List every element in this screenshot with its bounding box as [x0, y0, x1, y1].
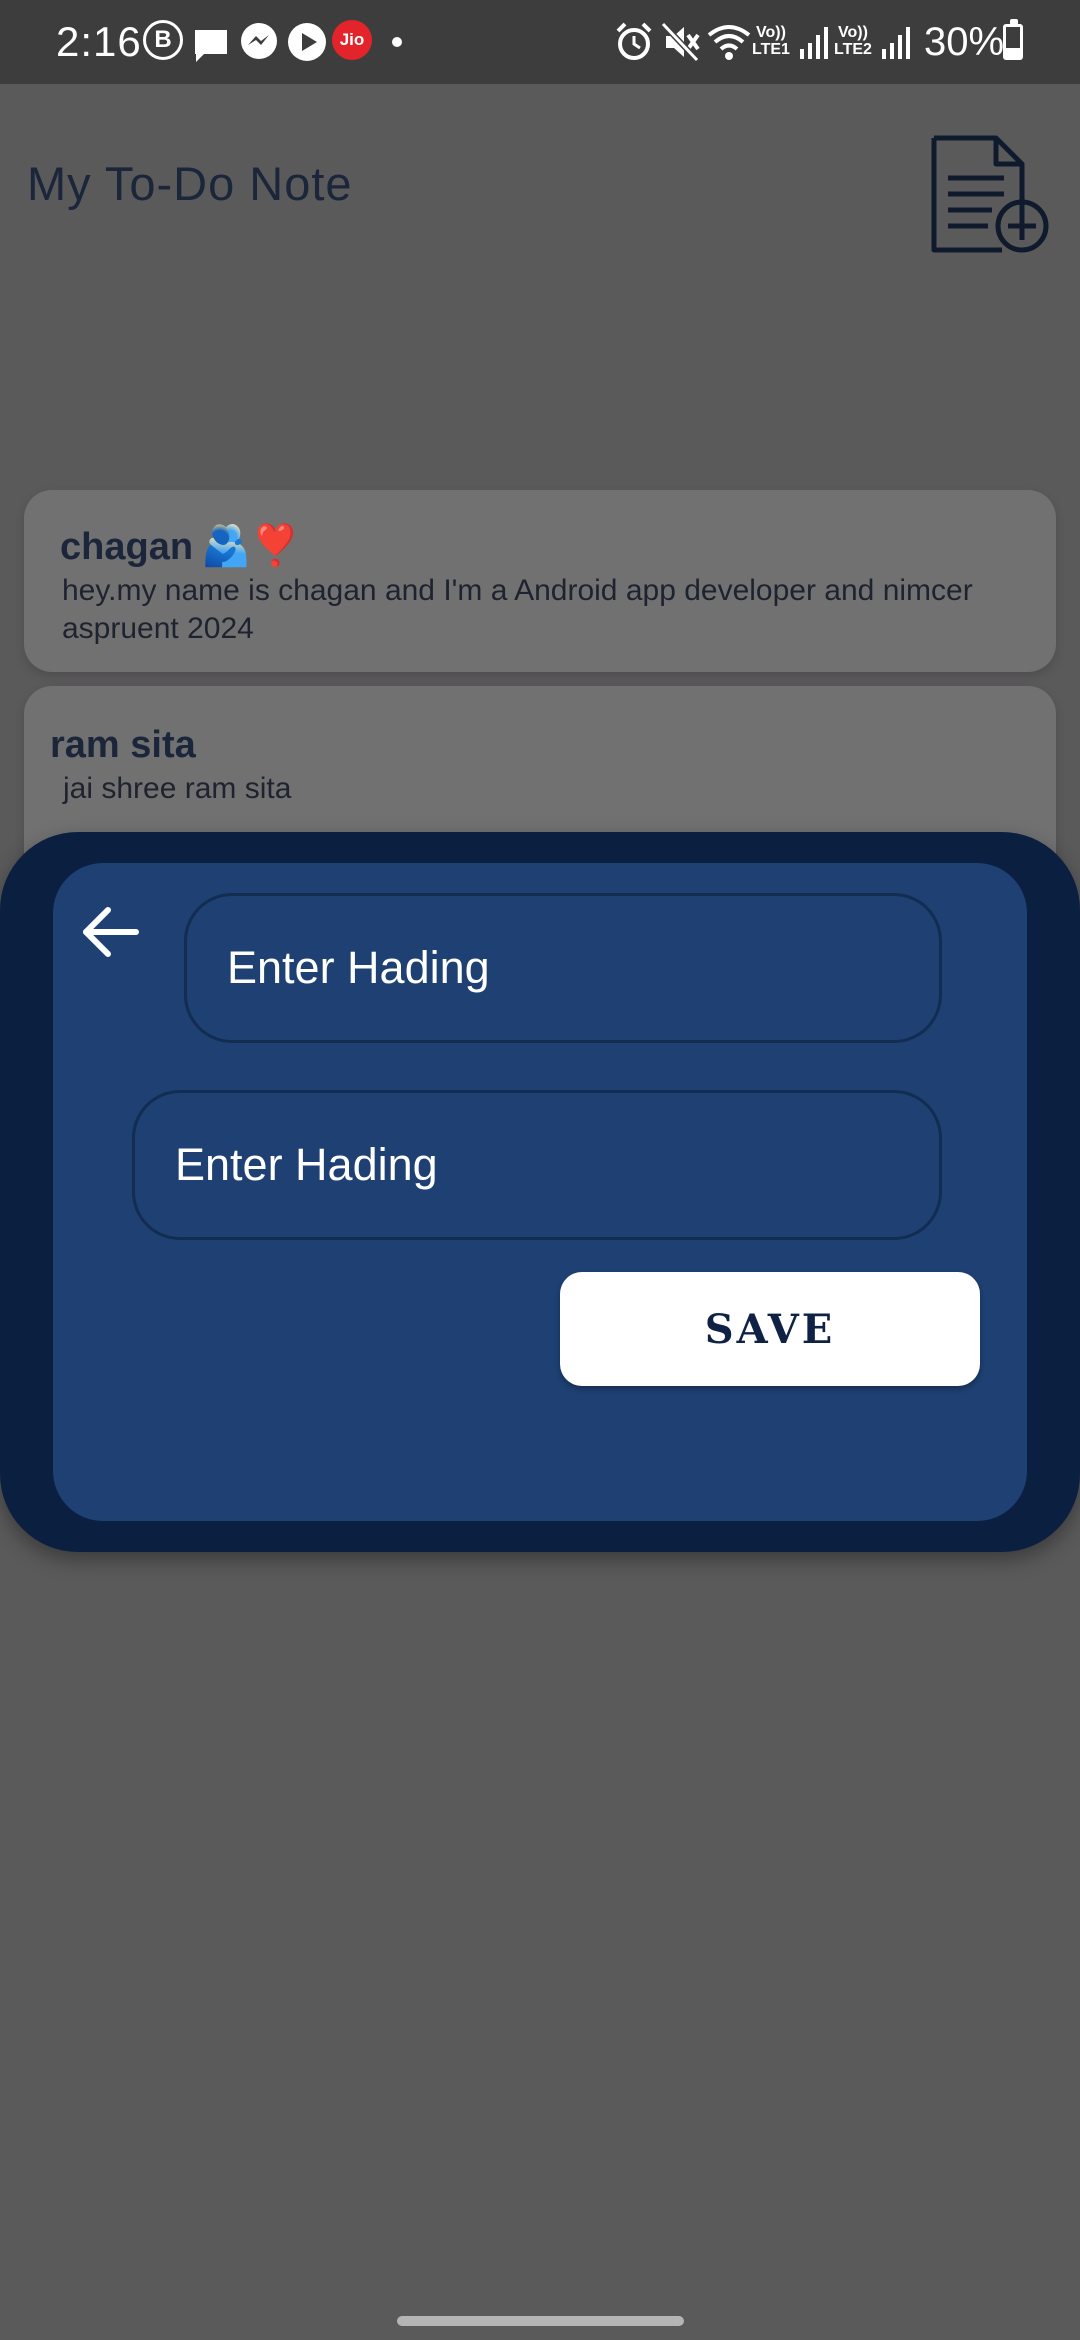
lte2-label: Vo)) LTE2	[834, 24, 872, 58]
battery-fill	[1006, 48, 1020, 57]
note-add-icon[interactable]	[928, 132, 1054, 256]
battery-icon	[1003, 19, 1023, 60]
battery-percent: 30%	[924, 20, 1005, 64]
alarm-icon	[616, 22, 652, 60]
status-bar: 2:16 B Jio Vo)) LTE1 Vo)) LTE2 30%	[0, 0, 1080, 84]
body-input[interactable]: Enter Hading	[132, 1090, 942, 1240]
gesture-handle[interactable]	[397, 2316, 684, 2326]
messenger-icon	[241, 23, 277, 59]
note-body: jai shree ram sita	[63, 772, 292, 805]
business-b-icon: B	[143, 20, 183, 60]
mute-icon	[660, 21, 700, 63]
notification-dot-icon	[392, 37, 402, 47]
status-time: 2:16	[56, 18, 142, 65]
message-icon	[195, 30, 227, 62]
signal1-icon	[800, 27, 828, 59]
lte1-label: Vo)) LTE1	[752, 24, 790, 58]
save-button[interactable]: SAVE	[560, 1272, 980, 1386]
note-body: hey.my name is chagan and I'm a Android …	[62, 574, 973, 645]
note-card[interactable]: chagan 🫂❣️ hey.my name is chagan and I'm …	[24, 490, 1056, 672]
note-heading: chagan 🫂❣️	[60, 524, 301, 568]
body-input-placeholder: Enter Hading	[175, 1139, 438, 1190]
signal2-icon	[882, 27, 910, 59]
heading-input-placeholder: Enter Hading	[227, 942, 490, 993]
wifi-icon	[707, 25, 751, 60]
youtube-icon	[288, 23, 326, 61]
note-emoji: 🫂❣️	[201, 524, 301, 568]
jio-icon: Jio	[332, 20, 372, 60]
page-title: My To-Do Note	[27, 157, 353, 210]
screen: 2:16 B Jio Vo)) LTE1 Vo)) LTE2 30% My To…	[0, 0, 1080, 2340]
heading-input[interactable]: Enter Hading	[184, 893, 942, 1043]
note-heading: ram sita	[50, 724, 196, 766]
arrow-left-icon[interactable]	[78, 900, 142, 964]
